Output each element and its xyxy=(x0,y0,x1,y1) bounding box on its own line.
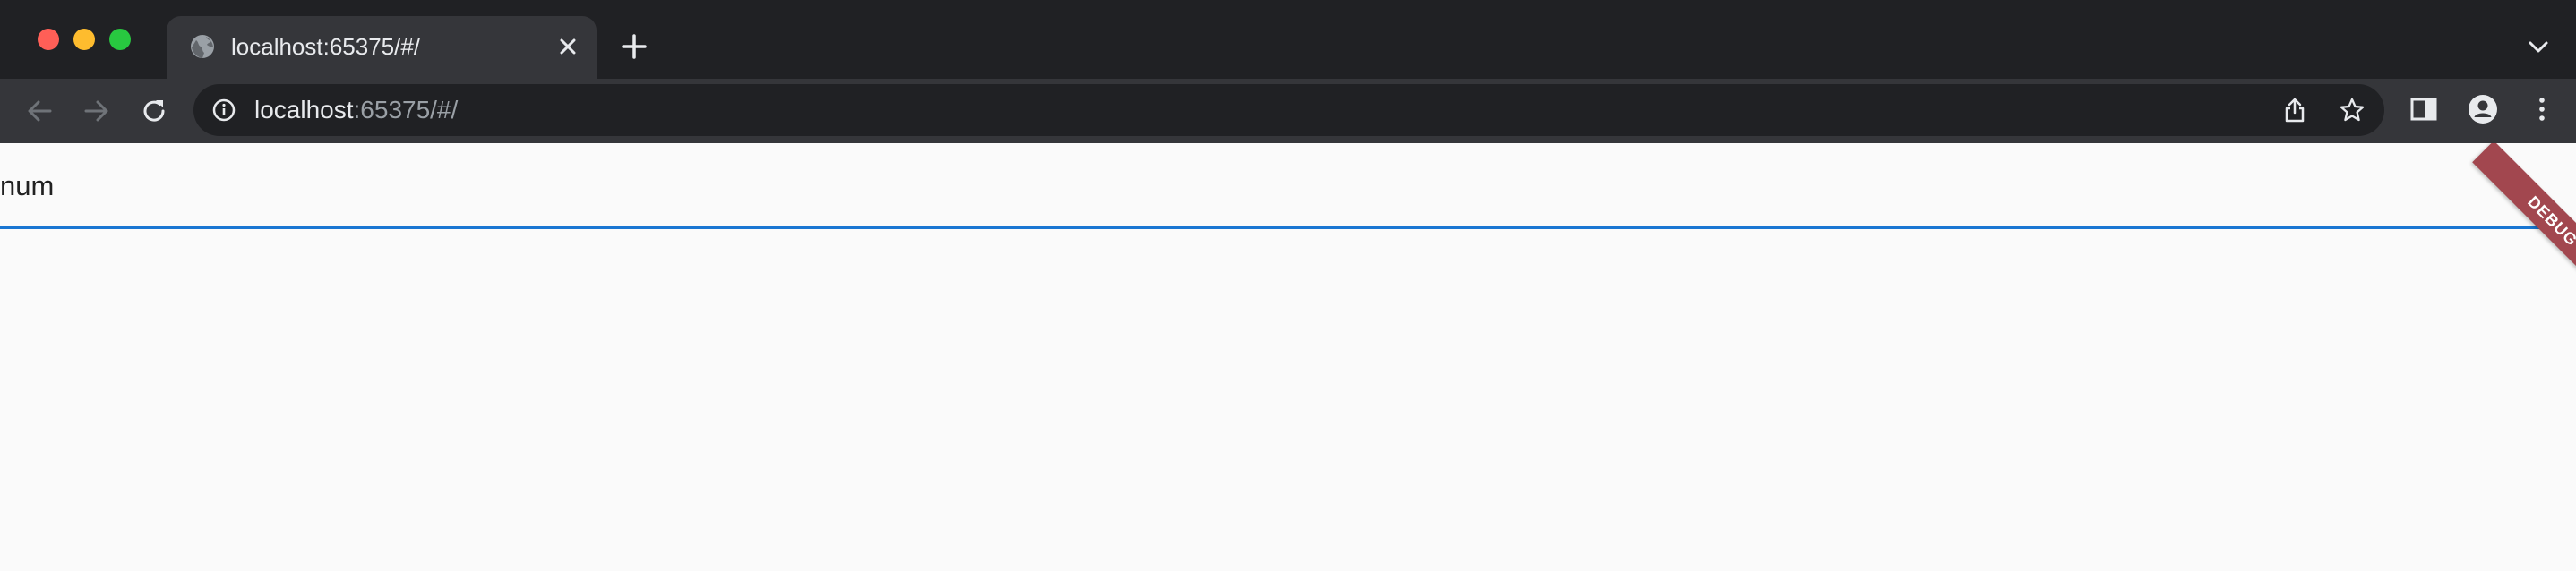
close-icon[interactable] xyxy=(554,32,582,61)
kebab-menu-icon[interactable] xyxy=(2526,93,2558,125)
arrow-left-icon[interactable] xyxy=(23,95,56,127)
focus-underline xyxy=(0,226,2576,229)
text-field-value[interactable]: num xyxy=(0,168,54,204)
reload-icon[interactable] xyxy=(138,95,170,127)
url-path: :65375/#/ xyxy=(353,96,459,124)
minimize-window-button[interactable] xyxy=(73,29,95,50)
page-content: num DEBUG xyxy=(0,143,2576,571)
arrow-right-icon[interactable] xyxy=(81,95,113,127)
url-host: localhost xyxy=(254,96,354,124)
close-window-button[interactable] xyxy=(38,29,59,50)
address-bar[interactable]: localhost:65375/#/ xyxy=(193,84,2384,136)
tab-title: localhost:65375/#/ xyxy=(231,33,421,60)
share-icon[interactable] xyxy=(2280,96,2309,124)
chevron-down-icon[interactable] xyxy=(2524,32,2553,61)
browser-toolbar: localhost:65375/#/ xyxy=(0,79,2576,143)
star-icon[interactable] xyxy=(2338,96,2366,124)
profile-icon[interactable] xyxy=(2467,93,2499,125)
browser-tab[interactable]: localhost:65375/#/ xyxy=(167,16,597,79)
url-text[interactable]: localhost:65375/#/ xyxy=(254,94,458,126)
side-panel-icon[interactable] xyxy=(2408,93,2440,125)
maximize-window-button[interactable] xyxy=(109,29,131,50)
globe-icon xyxy=(191,35,214,58)
num-text-field[interactable]: num xyxy=(0,143,2576,229)
browser-titlebar: localhost:65375/#/ xyxy=(0,0,2576,79)
plus-icon[interactable] xyxy=(618,30,650,63)
info-icon[interactable] xyxy=(210,96,238,124)
